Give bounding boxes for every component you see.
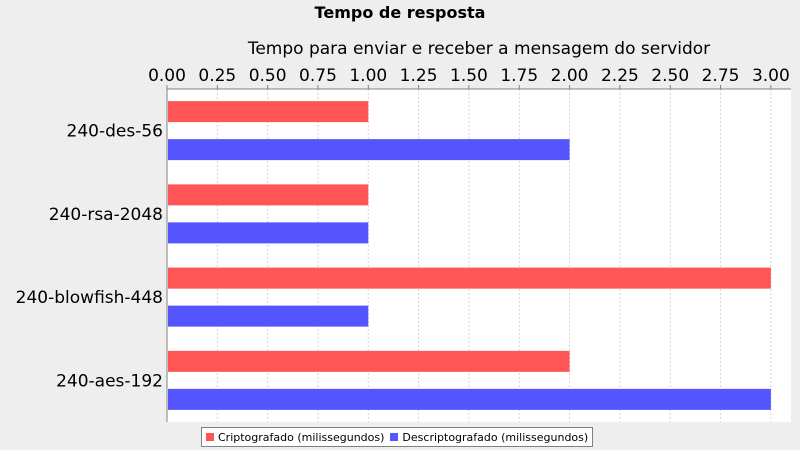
category-label: 240-des-56 — [67, 122, 163, 142]
legend: Criptografado (milissegundos) Descriptog… — [201, 427, 594, 447]
legend-swatch-red — [206, 433, 214, 441]
x-tick-label: 2.75 — [702, 66, 740, 86]
x-tick-label: 2.00 — [551, 66, 589, 86]
bar-descriptografado — [168, 305, 369, 327]
x-tick-label: 0.50 — [249, 66, 287, 86]
x-tick-label: 2.50 — [651, 66, 689, 86]
bar-descriptografado — [168, 222, 369, 244]
x-tick-label: 0.75 — [299, 66, 337, 86]
bar-chart: Tempo para enviar e receber a mensagem d… — [16, 39, 791, 422]
x-tick-label: 1.25 — [400, 66, 438, 86]
legend-item-descriptografado: Descriptografado (milissegundos) — [390, 431, 588, 444]
x-tick-label: 1.50 — [450, 66, 488, 86]
x-tick-label: 1.00 — [349, 66, 387, 86]
bar-descriptografado — [168, 139, 570, 161]
bar-criptografado — [168, 101, 369, 123]
legend-label-criptografado: Criptografado (milissegundos) — [218, 430, 385, 444]
bar-criptografado — [168, 184, 369, 206]
x-tick-label: 0.00 — [148, 66, 186, 86]
bar-criptografado — [168, 350, 570, 372]
x-tick-label: 1.75 — [500, 66, 538, 86]
bar-criptografado — [168, 267, 771, 289]
x-tick-label: 0.25 — [198, 66, 236, 86]
category-label: 240-rsa-2048 — [49, 205, 163, 225]
x-tick-label: 3.00 — [752, 66, 790, 86]
category-label: 240-blowfish-448 — [16, 288, 163, 308]
legend-label-descriptografado: Descriptografado (milissegundos) — [402, 430, 589, 444]
bar-descriptografado — [168, 388, 771, 410]
plot-area — [167, 89, 791, 422]
category-labels: 240-des-56 240-rsa-2048 240-blowfish-448 24… — [16, 122, 163, 392]
legend-swatch-blue — [390, 433, 399, 441]
x-axis-ticks: 0.00 0.25 0.50 0.75 1.00 1.25 1.50 1.75 2.00 2.25… — [148, 66, 790, 89]
x-axis-label: Tempo para enviar e receber a mensagem d… — [247, 39, 710, 59]
category-label: 240-aes-192 — [56, 371, 163, 391]
x-tick-label: 2.25 — [601, 66, 639, 86]
legend-item-criptografado: Criptografado (milissegundos) — [206, 431, 384, 444]
